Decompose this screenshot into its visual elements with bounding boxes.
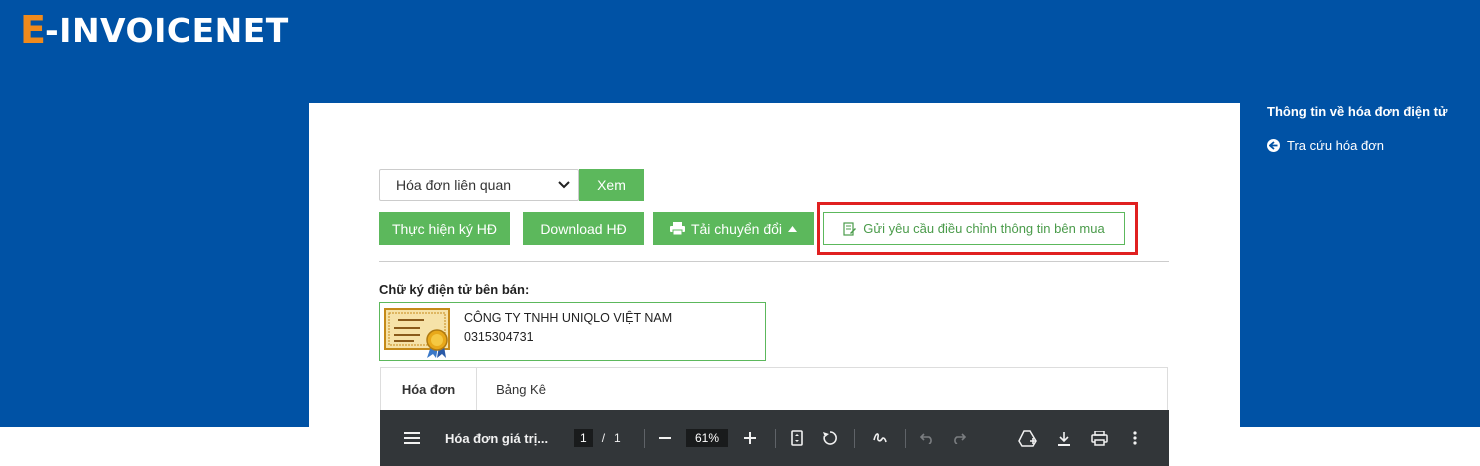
undo-icon[interactable]	[920, 410, 934, 466]
lookup-invoice-label: Tra cứu hóa đơn	[1287, 138, 1384, 153]
pdf-title: Hóa đơn giá trị...	[445, 430, 549, 446]
convert-label: Tải chuyển đổi	[690, 220, 783, 237]
rotate-icon[interactable]	[821, 410, 839, 466]
zoom-in-icon[interactable]	[744, 410, 756, 466]
zoom-level[interactable]: 61%	[686, 410, 729, 466]
page-number-input[interactable]: 1	[574, 429, 593, 447]
tab-invoice[interactable]: Hóa đơn	[381, 368, 477, 410]
toolbar-divider	[854, 429, 855, 448]
view-button[interactable]: Xem	[579, 169, 644, 201]
print-icon[interactable]	[1091, 410, 1108, 466]
select-value: Hóa đơn liên quan	[396, 177, 512, 193]
menu-icon[interactable]	[404, 410, 420, 466]
more-options-icon[interactable]	[1133, 410, 1137, 466]
seller-signature-box: CÔNG TY TNHH UNIQLO VIỆT NAM 0315304731	[379, 302, 766, 361]
toolbar-divider	[905, 429, 906, 448]
page-total: 1	[614, 431, 621, 445]
sidebar-title: Thông tin về hóa đơn điện tử	[1267, 104, 1448, 119]
toolbar-divider	[775, 429, 776, 448]
add-to-drive-icon[interactable]	[1018, 410, 1038, 466]
page-indicator: 1 / 1	[574, 410, 621, 466]
seller-signature-title: Chữ ký điện tử bên bán:	[379, 282, 530, 297]
redo-icon[interactable]	[952, 410, 966, 466]
toolbar-divider	[644, 429, 645, 448]
divider	[379, 261, 1169, 262]
pdf-viewer-toolbar: Hóa đơn giá trị... 1 / 1 61%	[380, 410, 1169, 466]
document-tabs: Hóa đơn Bảng Kê	[380, 367, 1168, 410]
logo-text: -INVOICENET	[44, 10, 289, 50]
invoice-card: Hóa đơn liên quan Xem Thực hiện ký HĐ Do…	[309, 103, 1240, 466]
printer-icon	[669, 222, 685, 235]
chevron-down-icon	[558, 181, 570, 189]
page-separator: /	[601, 431, 606, 445]
sign-invoice-button[interactable]: Thực hiện ký HĐ	[379, 212, 510, 245]
tab-statement[interactable]: Bảng Kê	[477, 368, 565, 410]
logo-letter-e: E	[20, 8, 46, 52]
edit-document-icon	[843, 221, 857, 236]
e-invoicenet-logo[interactable]: E -INVOICENET	[20, 8, 289, 52]
draw-icon[interactable]	[872, 410, 888, 466]
fit-page-icon[interactable]	[791, 410, 803, 466]
arrow-left-circle-icon	[1267, 139, 1280, 152]
zoom-out-icon[interactable]	[659, 410, 671, 466]
convert-download-button[interactable]: Tải chuyển đổi	[653, 212, 814, 245]
related-invoice-select[interactable]: Hóa đơn liên quan	[379, 169, 579, 201]
zoom-value: 61%	[686, 429, 729, 447]
seller-company-name: CÔNG TY TNHH UNIQLO VIỆT NAM	[464, 311, 673, 325]
certificate-icon	[384, 308, 450, 358]
request-buyer-info-button[interactable]: Gửi yêu cầu điều chỉnh thông tin bên mua	[823, 212, 1125, 245]
caret-up-icon	[788, 225, 798, 232]
seller-tax-code: 0315304731	[464, 330, 534, 344]
download-icon[interactable]	[1057, 410, 1071, 466]
download-invoice-button[interactable]: Download HĐ	[523, 212, 644, 245]
request-label: Gửi yêu cầu điều chỉnh thông tin bên mua	[863, 221, 1105, 236]
lookup-invoice-link[interactable]: Tra cứu hóa đơn	[1267, 138, 1384, 153]
